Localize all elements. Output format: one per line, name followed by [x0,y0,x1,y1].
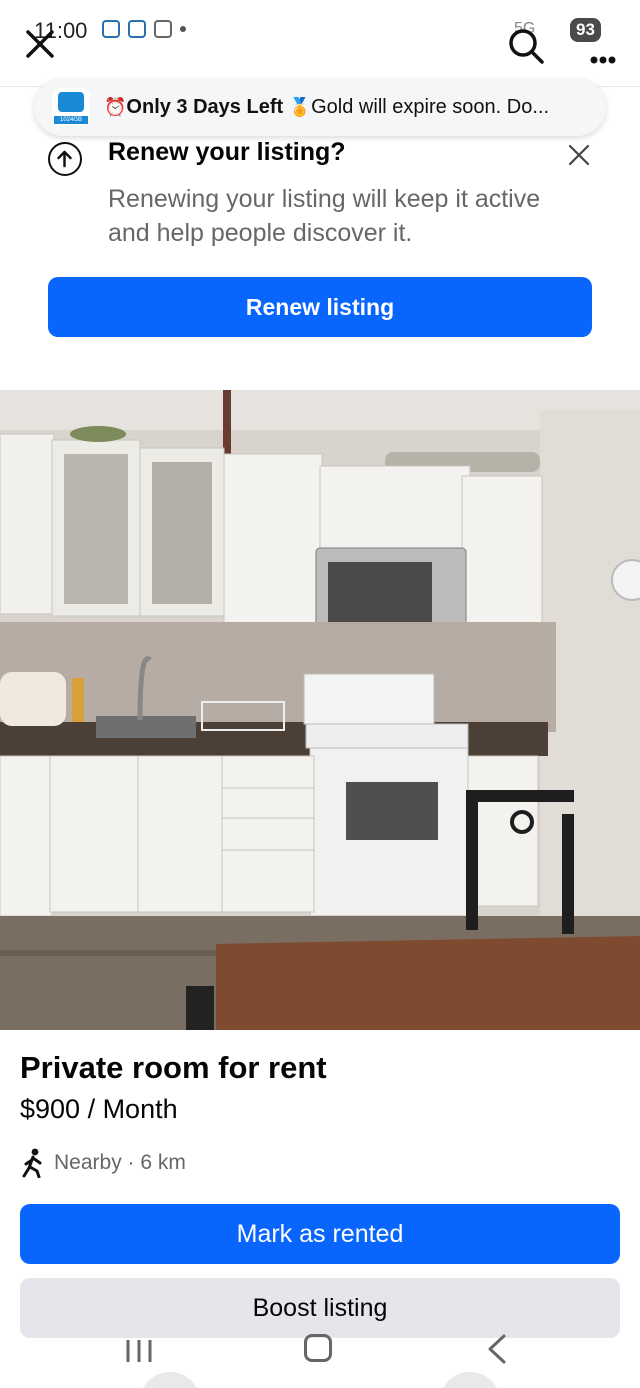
renew-listing-card: Renew your listing? Renewing your listin… [20,130,620,362]
nav-bubble [140,1372,200,1388]
back-chevron-icon [488,1334,506,1364]
system-nav-bar [0,1320,640,1388]
search-icon [509,29,544,64]
back-button[interactable] [484,1334,510,1364]
recent-apps-icon [126,1340,152,1362]
listing-photo[interactable] [0,390,640,1030]
promo-highlight: Only 3 Days Left [126,95,284,118]
more-icon [590,56,616,64]
walking-person-icon [22,1148,42,1178]
dismiss-renew-button[interactable] [566,142,592,168]
battery-indicator: 93 [570,18,601,42]
logo-caption: 1024GB [54,116,88,124]
mark-as-rented-button[interactable]: Mark as rented [20,1204,620,1264]
promo-text: ⏰Only 3 Days Left 🏅Gold will expire soon… [104,96,549,119]
listing-title: Private room for rent [20,1050,327,1085]
listing-location: Nearby · 6 km [20,1148,186,1178]
more-options-button[interactable] [590,40,616,71]
app-notification-icon [102,20,120,38]
renew-card-title: Renew your listing? [108,138,346,166]
notification-icons [102,20,186,38]
promo-message: Gold will expire soon. Do... [311,95,550,118]
nav-bubble [440,1372,500,1388]
app-logo-icon: 1024GB [52,88,90,126]
app-notification-icon [128,20,146,38]
renew-card-body: Renewing your listing will keep it activ… [108,185,541,247]
home-button[interactable] [304,1334,332,1362]
recent-apps-button[interactable] [124,1338,154,1364]
medal-icon: 🏅 [288,96,312,117]
close-button[interactable] [22,26,58,62]
screenshot-icon [154,20,172,38]
promo-notification-banner[interactable]: 1024GB ⏰Only 3 Days Left 🏅Gold will expi… [34,78,606,136]
kitchen-photo-image [0,390,640,1030]
location-text: Nearby · 6 km [54,1151,186,1174]
close-icon [26,30,54,58]
more-notifications-dot [180,26,186,32]
arrow-up-circle-icon [48,142,82,176]
listing-price: $900 / Month [20,1094,178,1124]
search-button[interactable] [506,26,546,66]
renew-listing-button[interactable]: Renew listing [48,277,592,337]
alarm-clock-icon: ⏰ [104,96,127,117]
close-icon [568,144,590,166]
